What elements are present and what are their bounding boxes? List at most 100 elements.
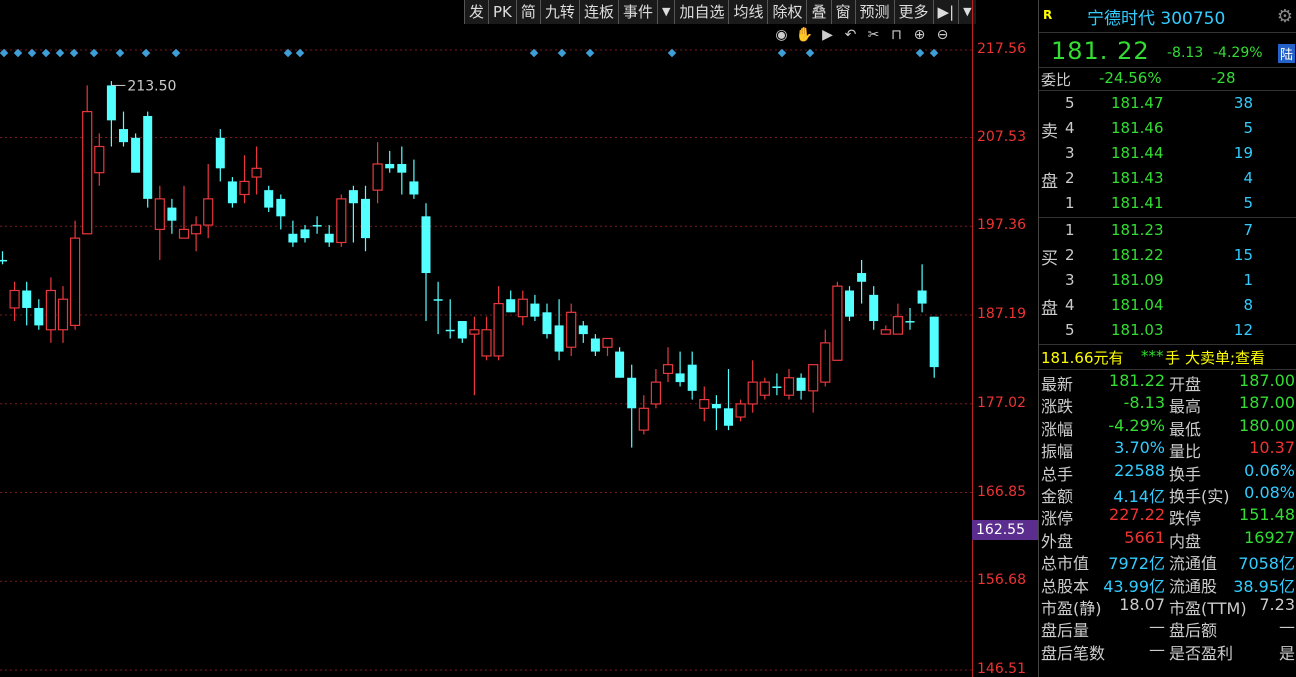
toolbar-item-10[interactable]: 叠 (806, 0, 830, 24)
big-order-price: 181.66元有 (1041, 349, 1124, 367)
stat-label: 市盈(静) (1041, 598, 1102, 618)
candle-body (917, 290, 927, 304)
candle-body (131, 137, 141, 173)
play-icon[interactable]: ▶ (818, 26, 837, 45)
stat-value: 5661 (1124, 527, 1165, 547)
stat-label: 市盈(TTM) (1169, 598, 1247, 618)
big-order-link[interactable]: 大卖单;查看 (1185, 347, 1265, 368)
candle-body (397, 163, 407, 173)
buy-label-2: 盘 (1041, 299, 1058, 319)
buy-level-3[interactable]: 3 181.09 1 (1065, 268, 1296, 293)
level-volume: 8 (1243, 296, 1253, 314)
kline-chart[interactable]: 213.50 (0, 0, 972, 677)
level-volume: 19 (1233, 144, 1253, 162)
kline-chart-area[interactable]: 213.50 发 PK 简九转 连板 事件 ▼ 加自选 均线 除权叠窗预测 更多 ▶| ▼ ◉ ✋ ▶… (0, 0, 976, 677)
stat-value: 是 (1278, 643, 1295, 663)
stat-label: 总手 (1041, 464, 1074, 484)
toolbar-item-14[interactable]: ▶| (932, 0, 959, 24)
stat-row: 金额 4.14亿 换手(实) 0.08% (1039, 482, 1296, 506)
stat-row: 外盘 5661 内盘 16927 (1039, 527, 1296, 551)
stat-row: 振幅 3.70% 量比 10.37 (1039, 437, 1296, 461)
stat-label: 外盘 (1041, 531, 1074, 551)
stat-value: — (1279, 617, 1295, 637)
level-volume: 7 (1243, 221, 1253, 239)
buy-level-1[interactable]: 1 181.23 7 (1065, 218, 1296, 243)
sell-level-3[interactable]: 3 181.44 19 (1065, 141, 1296, 166)
candle-body (506, 299, 516, 313)
toolbar-item-6[interactable]: ▼ (656, 0, 674, 24)
price-axis-label: 217.56 (977, 41, 1026, 57)
buy-level-4[interactable]: 4 181.04 8 (1065, 293, 1296, 318)
price-axis-label: 156.68 (977, 572, 1026, 589)
stat-row: 涨幅 -4.29% 最低 180.00 (1039, 415, 1296, 439)
toolbar-item-3[interactable]: 九转 (539, 0, 579, 24)
level-volume: 4 (1243, 169, 1253, 187)
buy-level-2[interactable]: 2 181.22 15 (1065, 243, 1296, 268)
gear-icon[interactable]: ⚙ (1277, 6, 1293, 27)
undo-icon[interactable]: ↶ (841, 26, 860, 45)
candle-body (372, 163, 383, 191)
candle-body (517, 298, 528, 318)
level-volume: 5 (1243, 194, 1253, 212)
level-volume: 5 (1243, 119, 1253, 137)
stat-label: 总股本 (1041, 576, 1090, 596)
buy-label-1: 买 (1041, 249, 1058, 269)
toolbar-item-11[interactable]: 窗 (830, 0, 855, 24)
stat-label: 金额 (1041, 486, 1074, 506)
candle-body (445, 329, 455, 332)
stat-label: 换手 (1169, 464, 1202, 484)
level-price: 181.23 (1111, 221, 1164, 239)
level-volume: 12 (1233, 321, 1253, 339)
zoom-in-icon[interactable]: ⊕ (910, 26, 929, 45)
sell-level-4[interactable]: 4 181.46 5 (1065, 116, 1296, 141)
level-price: 181.43 (1111, 169, 1164, 187)
lock-icon[interactable]: ⊓ (887, 26, 906, 45)
price-axis-label: 197.36 (977, 217, 1026, 234)
candle-body (711, 403, 721, 409)
candle-body (154, 198, 165, 231)
hand-icon[interactable]: ✋ (795, 26, 814, 45)
level-number: 1 (1065, 194, 1075, 212)
candle-body (905, 321, 915, 323)
level-price: 181.46 (1111, 119, 1164, 137)
toolbar-item-1[interactable]: PK (488, 0, 516, 24)
candle-body (869, 294, 879, 322)
sell-level-1[interactable]: 1 181.41 5 (1065, 191, 1296, 216)
big-order-row[interactable]: 181.66元有 *** 手 大卖单;查看 (1039, 345, 1296, 370)
level-price: 181.09 (1111, 271, 1164, 289)
toolbar-item-5[interactable]: 事件 (617, 0, 657, 24)
toolbar-item-7[interactable]: 加自选 (674, 0, 728, 24)
candle-body (857, 273, 867, 282)
event-marker (557, 48, 567, 58)
r-badge: R (1043, 8, 1053, 22)
sell-level-2[interactable]: 2 181.43 4 (1065, 166, 1296, 191)
candle-body (796, 377, 806, 391)
scissors-icon[interactable]: ✂ (864, 26, 883, 45)
toolbar-item-8[interactable]: 均线 (728, 0, 767, 24)
buy-level-5[interactable]: 5 181.03 12 (1065, 318, 1296, 343)
price-axis-label: 166.85 (977, 483, 1026, 500)
sell-level-5[interactable]: 5 181.47 38 (1065, 91, 1296, 116)
sell-orderbook: 卖 盘 5 181.47 38 4 181.46 5 3 181.44 19 2 181.43 4 1 1… (1039, 91, 1296, 218)
zoom-out-icon[interactable]: ⊖ (933, 26, 952, 45)
stat-value: 0.08% (1244, 482, 1295, 502)
candle-body (336, 198, 347, 244)
level-number: 4 (1065, 296, 1075, 314)
eye-icon[interactable]: ◉ (772, 26, 791, 45)
toolbar-item-12[interactable]: 预测 (854, 0, 894, 24)
event-marker (915, 48, 925, 58)
stat-label: 盘后笔数 (1041, 643, 1106, 663)
toolbar-item-2[interactable]: 简 (515, 0, 540, 24)
stat-row: 总手 22588 换手 0.06% (1039, 460, 1296, 484)
big-order-hand: 手 (1165, 349, 1181, 367)
candle-body (747, 381, 758, 405)
max-annotation-label: 213.50 (127, 78, 176, 94)
toolbar-item-0[interactable]: 发 (464, 0, 488, 24)
toolbar-item-9[interactable]: 除权 (767, 0, 806, 24)
toolbar-item-13[interactable]: 更多 (893, 0, 933, 24)
candle-body (239, 180, 250, 196)
big-order-stars: *** (1141, 347, 1164, 365)
stock-name[interactable]: 宁德时代 300750 (1087, 4, 1225, 29)
toolbar-item-4[interactable]: 连板 (578, 0, 618, 24)
stat-label: 流通股 (1169, 576, 1218, 596)
